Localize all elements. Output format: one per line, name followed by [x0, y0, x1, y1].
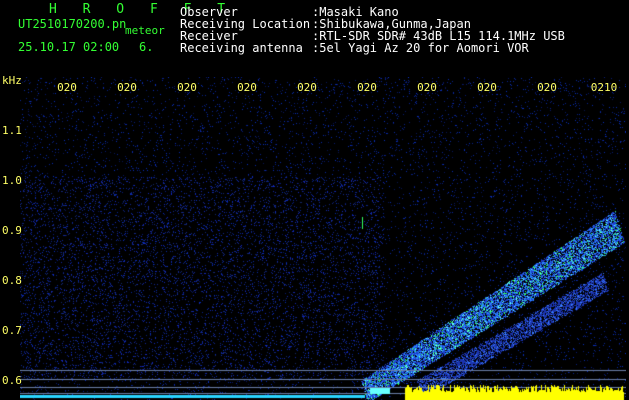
- x-tick-label: 020: [117, 81, 137, 94]
- y-tick-label: 0.7: [2, 324, 22, 337]
- x-tick-label: 0210: [590, 81, 618, 94]
- info-label-antenna: Receiving antenna: [180, 41, 303, 55]
- x-tick-label: 020: [357, 81, 377, 94]
- x-tick-label: 020: [177, 81, 197, 94]
- spectrogram-plot: [20, 77, 626, 400]
- x-tick-label: 020: [297, 81, 317, 94]
- x-tick-label: 020: [237, 81, 257, 94]
- x-tick-label: 020: [537, 81, 557, 94]
- file-datetime: 25.10.17 02:00: [18, 40, 120, 54]
- hroftt-window: { "logo": "H R O F F T", "file": { "name…: [0, 0, 629, 400]
- file-type: meteor: [125, 24, 165, 37]
- info-value-antenna: :5el Yagi Az 20 for Aomori VOR: [312, 41, 529, 55]
- x-tick-label: 020: [57, 81, 77, 94]
- y-axis-unit: kHz: [2, 74, 22, 87]
- x-tick-label: 020: [417, 81, 437, 94]
- file-name: UT2510170200.pn: [18, 17, 127, 31]
- y-tick-label: 1.0: [2, 174, 22, 187]
- y-tick-label: 0.6: [2, 374, 22, 387]
- y-tick-label: 0.8: [2, 274, 22, 287]
- y-tick-label: 0.9: [2, 224, 22, 237]
- x-tick-label: 020: [477, 81, 497, 94]
- y-tick-label: 1.1: [2, 124, 22, 137]
- event-count: 6.: [139, 40, 154, 54]
